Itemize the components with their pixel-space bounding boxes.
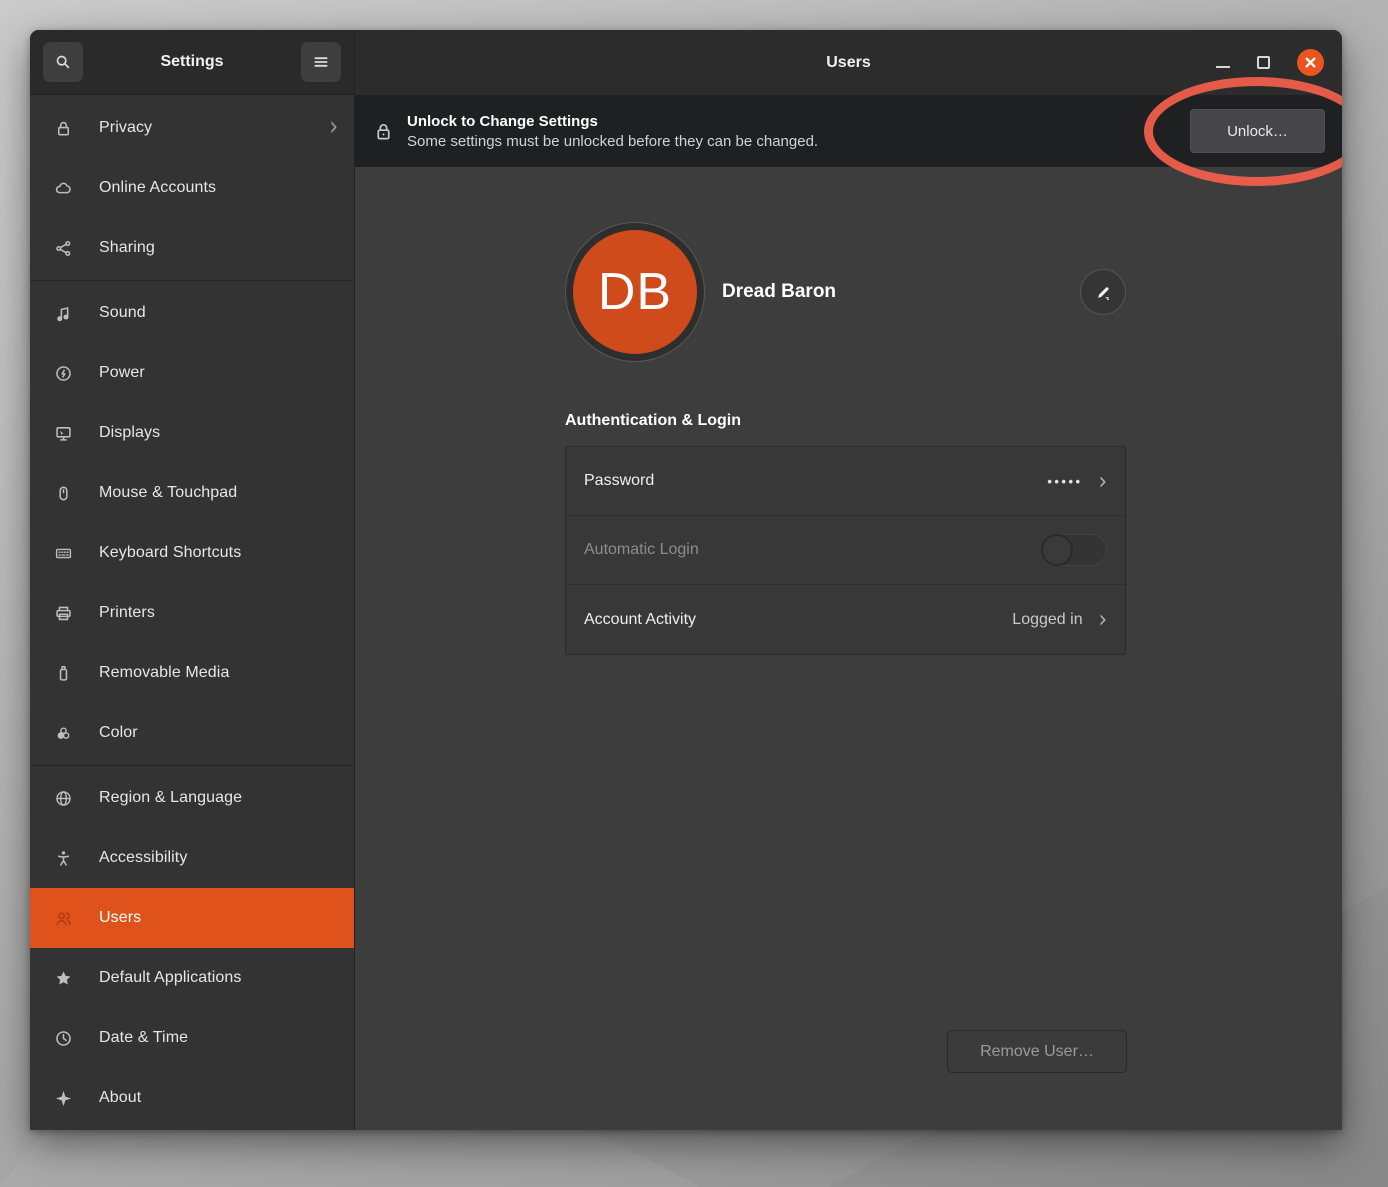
avatar-initials: DB (598, 262, 672, 322)
maximize-button[interactable] (1257, 56, 1270, 69)
search-icon (54, 53, 72, 71)
password-dots: ••••• (1047, 474, 1082, 489)
sparkle-icon (54, 1088, 74, 1108)
sidebar-item-color[interactable]: Color (30, 703, 354, 763)
window-controls (1216, 30, 1324, 95)
chevron-right-icon: › (1099, 469, 1107, 493)
remove-user-button[interactable]: Remove User… (947, 1030, 1127, 1073)
star-icon (54, 968, 74, 988)
keyboard-icon (54, 543, 74, 563)
sidebar-item-region-language[interactable]: Region & Language (30, 768, 354, 828)
automatic-login-toggle[interactable] (1041, 534, 1107, 566)
accessibility-icon (54, 848, 74, 868)
sidebar-divider (30, 280, 354, 281)
chevron-right-icon: › (1099, 607, 1107, 631)
sidebar-item-sharing[interactable]: Sharing (30, 218, 354, 278)
banner-text: Unlock to Change Settings Some settings … (407, 113, 818, 150)
clock-icon (54, 1028, 74, 1048)
user-name: Dread Baron (722, 281, 836, 303)
sidebar-title: Settings (160, 53, 223, 71)
sidebar-item-keyboard-shortcuts[interactable]: Keyboard Shortcuts (30, 523, 354, 583)
sidebar-item-privacy[interactable]: Privacy › (30, 98, 354, 158)
usb-drive-icon (54, 663, 74, 683)
lock-icon (373, 121, 394, 142)
menu-button[interactable] (301, 42, 341, 82)
desktop-background: Settings Privacy › Online Accounts (0, 0, 1388, 1187)
unlock-button[interactable]: Unlock… (1190, 109, 1325, 153)
user-header-row: DB Dread Baron (565, 222, 1126, 362)
sidebar-item-online-accounts[interactable]: Online Accounts (30, 158, 354, 218)
headerbar: Users (355, 30, 1342, 95)
minimize-button[interactable] (1216, 66, 1230, 68)
sidebar-item-users[interactable]: Users (30, 888, 354, 948)
mouse-icon (54, 483, 74, 503)
password-row[interactable]: Password ••••• › (566, 447, 1125, 516)
color-circles-icon (54, 723, 74, 743)
banner-title: Unlock to Change Settings (407, 113, 818, 130)
sidebar-item-date-time[interactable]: Date & Time (30, 1008, 354, 1068)
sidebar: Settings Privacy › Online Accounts (30, 30, 355, 1130)
sidebar-item-default-applications[interactable]: Default Applications (30, 948, 354, 1008)
account-activity-value: Logged in (1012, 611, 1082, 629)
sidebar-divider (30, 765, 354, 766)
hamburger-icon (312, 53, 330, 71)
lock-icon (54, 118, 74, 138)
avatar[interactable]: DB (565, 222, 705, 362)
users-icon (54, 908, 74, 928)
sidebar-item-displays[interactable]: Displays (30, 403, 354, 463)
users-content: DB Dread Baron Authentication & Login (355, 167, 1342, 1130)
unlock-banner: Unlock to Change Settings Some settings … (355, 95, 1342, 167)
banner-subtitle: Some settings must be unlocked before th… (407, 133, 818, 150)
account-activity-row[interactable]: Account Activity Logged in › (566, 585, 1125, 654)
edit-name-button[interactable] (1080, 269, 1126, 315)
sidebar-item-printers[interactable]: Printers (30, 583, 354, 643)
printer-icon (54, 603, 74, 623)
cloud-icon (54, 178, 74, 198)
main-panel: Users Unlock to Change Settings (355, 30, 1342, 1130)
page-title: Users (826, 54, 870, 72)
sidebar-item-mouse-touchpad[interactable]: Mouse & Touchpad (30, 463, 354, 523)
chevron-right-icon: › (329, 115, 338, 141)
display-icon (54, 423, 74, 443)
avatar-circle: DB (573, 230, 697, 354)
power-icon (54, 363, 74, 383)
pencil-icon (1095, 284, 1112, 301)
share-icon (54, 238, 74, 258)
sidebar-item-removable-media[interactable]: Removable Media (30, 643, 354, 703)
section-title: Authentication & Login (565, 412, 1126, 430)
automatic-login-row: Automatic Login (566, 516, 1125, 585)
sidebar-item-about[interactable]: About (30, 1068, 354, 1128)
sidebar-item-power[interactable]: Power (30, 343, 354, 403)
sidebar-item-sound[interactable]: Sound (30, 283, 354, 343)
sidebar-list: Privacy › Online Accounts Sharing Sound (30, 95, 354, 1130)
sidebar-item-accessibility[interactable]: Accessibility (30, 828, 354, 888)
settings-window: Settings Privacy › Online Accounts (30, 30, 1342, 1130)
toggle-knob (1041, 534, 1073, 566)
sidebar-header: Settings (30, 30, 354, 95)
search-button[interactable] (43, 42, 83, 82)
music-note-icon (54, 303, 74, 323)
auth-login-card: Password ••••• › Automatic Login (565, 446, 1126, 655)
globe-icon (54, 788, 74, 808)
close-button[interactable] (1297, 49, 1324, 76)
close-icon (1304, 56, 1317, 69)
